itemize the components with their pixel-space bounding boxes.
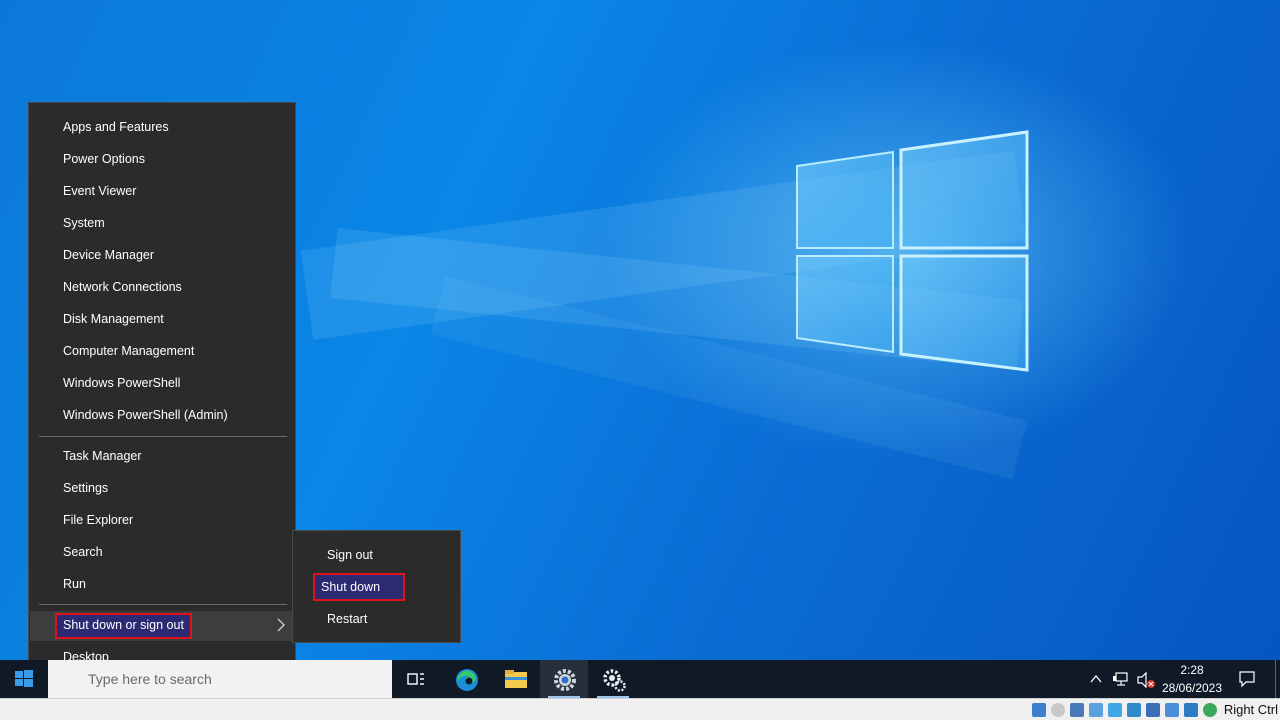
menu-item-computer-management[interactable]: Computer Management: [63, 341, 194, 361]
menu-separator: [39, 604, 287, 605]
clock-date[interactable]: 28/06/2023: [1152, 681, 1232, 695]
menu-item-shut-down-or-sign-out[interactable]: Shut down or sign out: [55, 613, 192, 639]
power-user-menu: Apps and Features Power Options Event Vi…: [28, 102, 296, 680]
settings-alt-icon: [603, 669, 626, 692]
show-desktop-divider[interactable]: [1275, 660, 1276, 698]
chevron-up-icon[interactable]: [1089, 672, 1103, 686]
audio-icon[interactable]: [1070, 703, 1084, 717]
edge-button[interactable]: [442, 660, 490, 698]
menu-item-file-explorer[interactable]: File Explorer: [63, 510, 133, 530]
taskbar: Type here to search 2:28 28/06/2023: [0, 660, 1280, 698]
task-view-icon: [407, 673, 424, 685]
submenu-item-shut-down[interactable]: Shut down: [313, 573, 405, 601]
shutdown-submenu: Sign out Shut down Restart: [292, 530, 461, 643]
menu-item-apps-and-features[interactable]: Apps and Features: [63, 117, 169, 137]
cpu-icon[interactable]: [1184, 703, 1198, 717]
network-adapter-icon[interactable]: [1089, 703, 1103, 717]
settings-icon: [554, 669, 576, 691]
menu-item-settings[interactable]: Settings: [63, 478, 108, 498]
optical-drive-icon[interactable]: [1032, 703, 1046, 717]
shared-folder-icon[interactable]: [1127, 703, 1141, 717]
recording-icon[interactable]: [1165, 703, 1179, 717]
task-view-button[interactable]: [392, 660, 440, 698]
taskbar-search-box[interactable]: Type here to search: [48, 660, 392, 698]
menu-item-event-viewer[interactable]: Event Viewer: [63, 181, 136, 201]
mouse-integration-icon[interactable]: [1203, 703, 1217, 717]
menu-item-search[interactable]: Search: [63, 542, 103, 562]
menu-item-disk-management[interactable]: Disk Management: [63, 309, 164, 329]
menu-item-system[interactable]: System: [63, 213, 105, 233]
menu-item-device-manager[interactable]: Device Manager: [63, 245, 154, 265]
network-icon[interactable]: [1112, 671, 1130, 687]
settings-alt-button[interactable]: [589, 660, 637, 698]
usb-icon[interactable]: [1108, 703, 1122, 717]
menu-item-windows-powershell[interactable]: Windows PowerShell: [63, 373, 180, 393]
menu-item-windows-powershell-admin[interactable]: Windows PowerShell (Admin): [63, 405, 228, 425]
search-placeholder: Type here to search: [88, 671, 212, 687]
file-explorer-button[interactable]: [491, 660, 539, 698]
notifications-icon[interactable]: [1238, 670, 1256, 688]
clock-time[interactable]: 2:28: [1152, 663, 1232, 677]
menu-item-network-connections[interactable]: Network Connections: [63, 277, 182, 297]
file-explorer-icon: [505, 670, 527, 688]
menu-separator: [39, 436, 287, 437]
settings-button[interactable]: [540, 660, 588, 698]
host-key-label: Right Ctrl: [1223, 702, 1278, 717]
edge-icon: [456, 669, 478, 691]
submenu-item-restart[interactable]: Restart: [327, 609, 367, 629]
windows-start-icon: [15, 670, 33, 687]
chevron-right-icon: [277, 618, 285, 632]
windows-logo: [796, 130, 1029, 372]
menu-item-power-options[interactable]: Power Options: [63, 149, 145, 169]
disk-icon[interactable]: [1051, 703, 1065, 717]
display-icon[interactable]: [1146, 703, 1160, 717]
menu-item-task-manager[interactable]: Task Manager: [63, 446, 142, 466]
vm-status-bar: Right Ctrl: [0, 698, 1280, 720]
submenu-item-sign-out[interactable]: Sign out: [327, 545, 373, 565]
start-button[interactable]: [0, 660, 48, 698]
menu-item-run[interactable]: Run: [63, 574, 86, 594]
